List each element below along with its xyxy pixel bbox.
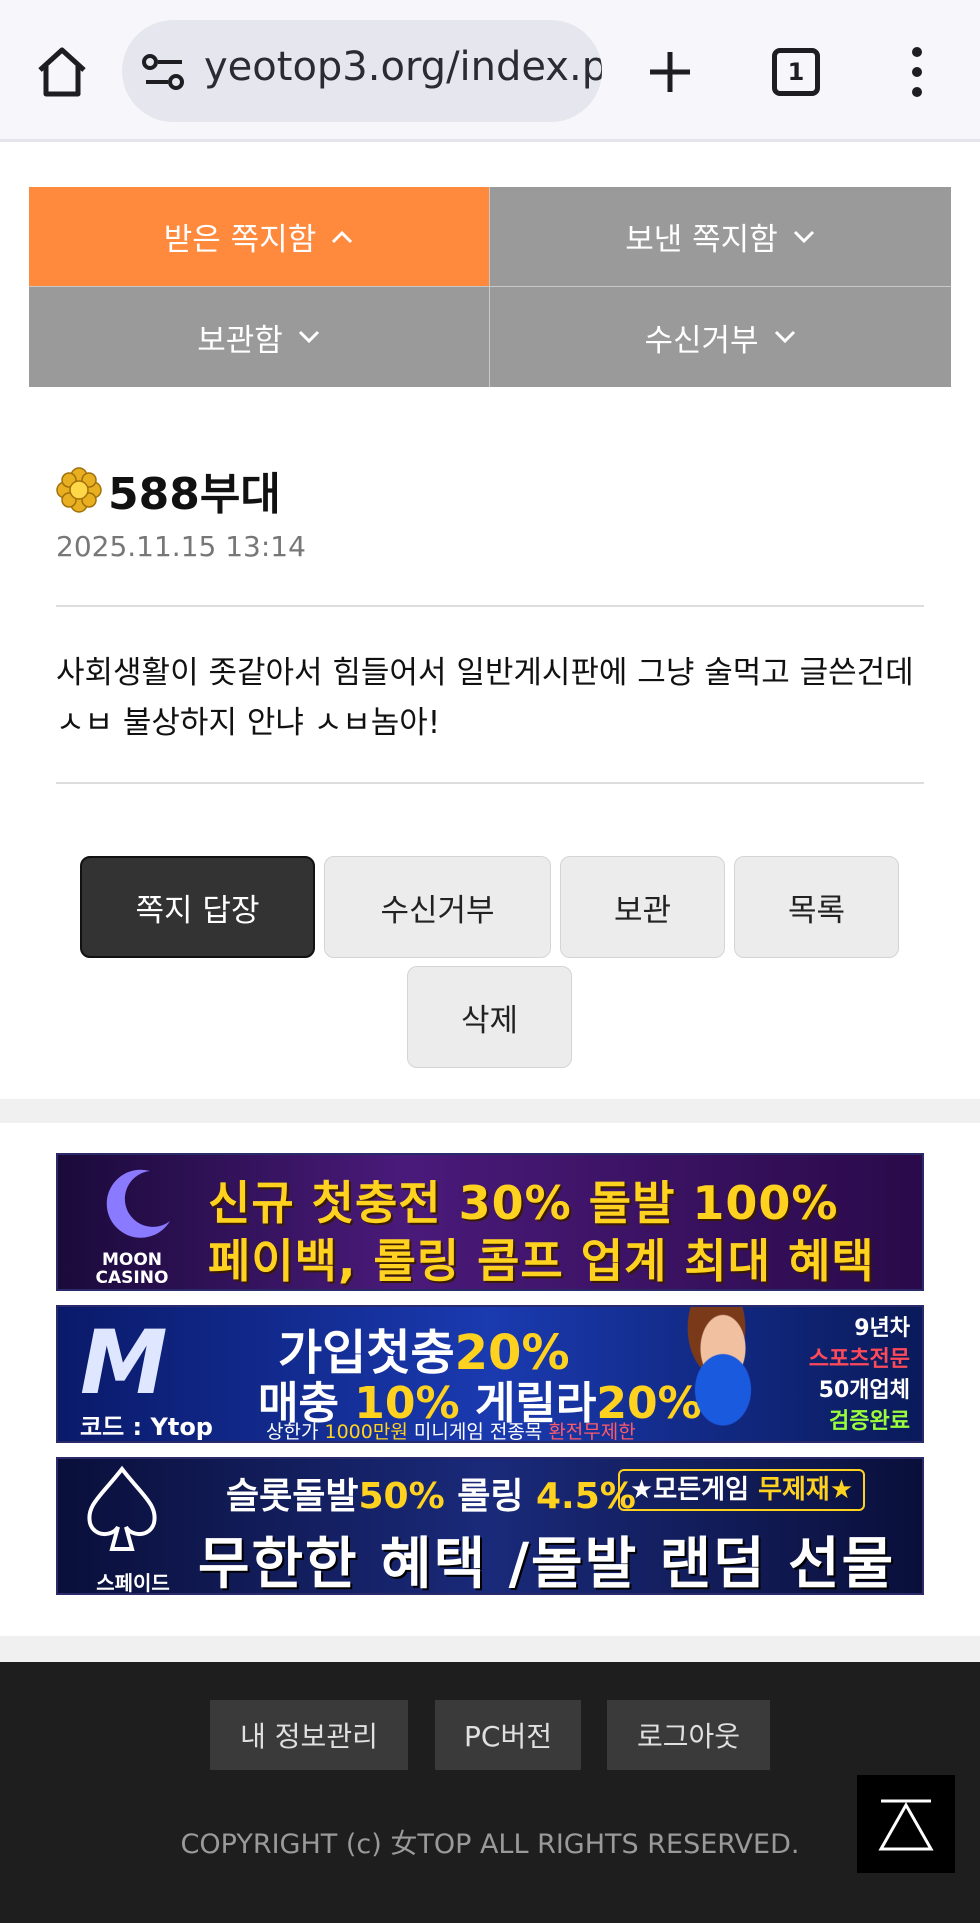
address-bar[interactable]: yeotop3.org/index.ph xyxy=(122,20,602,122)
moon-casino-banner[interactable]: MOON CASINO 신규 첫충전 30% 돌발 100% 페이백, 롤링 콤… xyxy=(56,1153,924,1291)
message-date: 2025.11.15 13:14 xyxy=(56,530,306,563)
new-tab-icon[interactable] xyxy=(642,44,698,100)
banner-headline: 슬롯돌발50% 롤링 4.5% xyxy=(226,1476,636,1517)
tab-sent[interactable]: 보낸 쪽지함 xyxy=(490,187,951,287)
list-button[interactable]: 목록 xyxy=(734,856,899,958)
section-separator xyxy=(0,1636,980,1662)
banner-subline: 무한한 혜택 /돌발 랜덤 선물 xyxy=(198,1532,896,1595)
banner-logo: 스페이드 xyxy=(96,1571,170,1595)
block-button[interactable]: 수신거부 xyxy=(324,856,551,958)
tab-sent-label: 보낸 쪽지함 xyxy=(625,222,778,258)
sender-name: 588부대 xyxy=(108,469,281,520)
banner-subline: 페이백, 롤링 콤프 업계 최대 혜택 xyxy=(208,1234,875,1288)
tab-blocked-label: 수신거부 xyxy=(644,322,759,359)
spade-banner[interactable]: 스페이드 슬롯돌발50% 롤링 4.5% ★모든게임 무제재★ 무한한 혜택 /… xyxy=(56,1457,924,1595)
home-icon[interactable] xyxy=(34,44,90,100)
browser-toolbar: yeotop3.org/index.ph 1 xyxy=(0,0,980,142)
delete-button[interactable]: 삭제 xyxy=(407,966,572,1068)
tab-inbox-label: 받은 쪽지함 xyxy=(163,222,317,258)
message-tabs: 받은 쪽지함 보낸 쪽지함 보관함 수신거부 xyxy=(29,187,951,387)
banner-logo: M xyxy=(80,1311,168,1414)
chevron-down-icon xyxy=(793,230,814,243)
my-info-button[interactable]: 내 정보관리 xyxy=(210,1700,408,1770)
message-sender: 588부대 xyxy=(56,458,281,522)
moon-icon xyxy=(106,1169,170,1238)
logout-button[interactable]: 로그아웃 xyxy=(607,1700,770,1770)
tab-count: 1 xyxy=(787,58,805,86)
more-menu-icon[interactable] xyxy=(902,44,932,100)
scroll-to-top-button[interactable] xyxy=(857,1775,955,1873)
chevron-up-icon xyxy=(332,230,353,243)
banner-badge: ★모든게임 무제재★ xyxy=(618,1469,866,1511)
m-site-banner[interactable]: M 코드 : Ytop 가입첫충20% 매충 10% 게릴라20% 상한가 10… xyxy=(56,1305,924,1443)
spade-icon xyxy=(87,1465,157,1551)
site-settings-icon[interactable] xyxy=(142,52,186,92)
gold-flower-icon xyxy=(56,467,102,513)
banner-side-text: 9년차 스포츠전문 50개업체 검증완료 xyxy=(808,1316,910,1434)
tab-blocked[interactable]: 수신거부 xyxy=(490,287,951,387)
message-body: 사회생활이 좃같아서 힘들어서 일반게시판에 그냥 술먹고 글쓴건데 ㅅㅂ 불상… xyxy=(56,655,914,741)
divider xyxy=(56,782,924,784)
tab-inbox[interactable]: 받은 쪽지함 xyxy=(29,187,490,287)
section-separator xyxy=(0,1099,980,1123)
tab-archive[interactable]: 보관함 xyxy=(29,287,490,387)
chevron-down-icon xyxy=(298,330,319,344)
url-text: yeotop3.org/index.ph xyxy=(204,44,602,90)
reply-button[interactable]: 쪽지 답장 xyxy=(80,856,315,958)
banner-code: 코드 : Ytop xyxy=(80,1413,213,1441)
banner-logo: MOON CASINO xyxy=(95,1250,169,1288)
banner-headline: 신규 첫충전 30% 돌발 100% xyxy=(208,1176,839,1230)
tab-archive-label: 보관함 xyxy=(197,322,283,359)
footer: 내 정보관리 PC버전 로그아웃 COPYRIGHT (c) 女TOP ALL … xyxy=(0,1662,980,1923)
arrow-up-icon xyxy=(878,1799,934,1851)
save-button[interactable]: 보관 xyxy=(560,856,725,958)
banner-model-image xyxy=(658,1307,788,1441)
divider xyxy=(56,605,924,607)
copyright: COPYRIGHT (c) 女TOP ALL RIGHTS RESERVED. xyxy=(180,1829,800,1860)
tab-switcher-button[interactable]: 1 xyxy=(772,48,820,96)
banner-details: 상한가 1000만원 미니게임 전종목 환전무제한 xyxy=(266,1421,636,1443)
pc-version-button[interactable]: PC버전 xyxy=(435,1700,581,1770)
chevron-down-icon xyxy=(774,330,795,344)
